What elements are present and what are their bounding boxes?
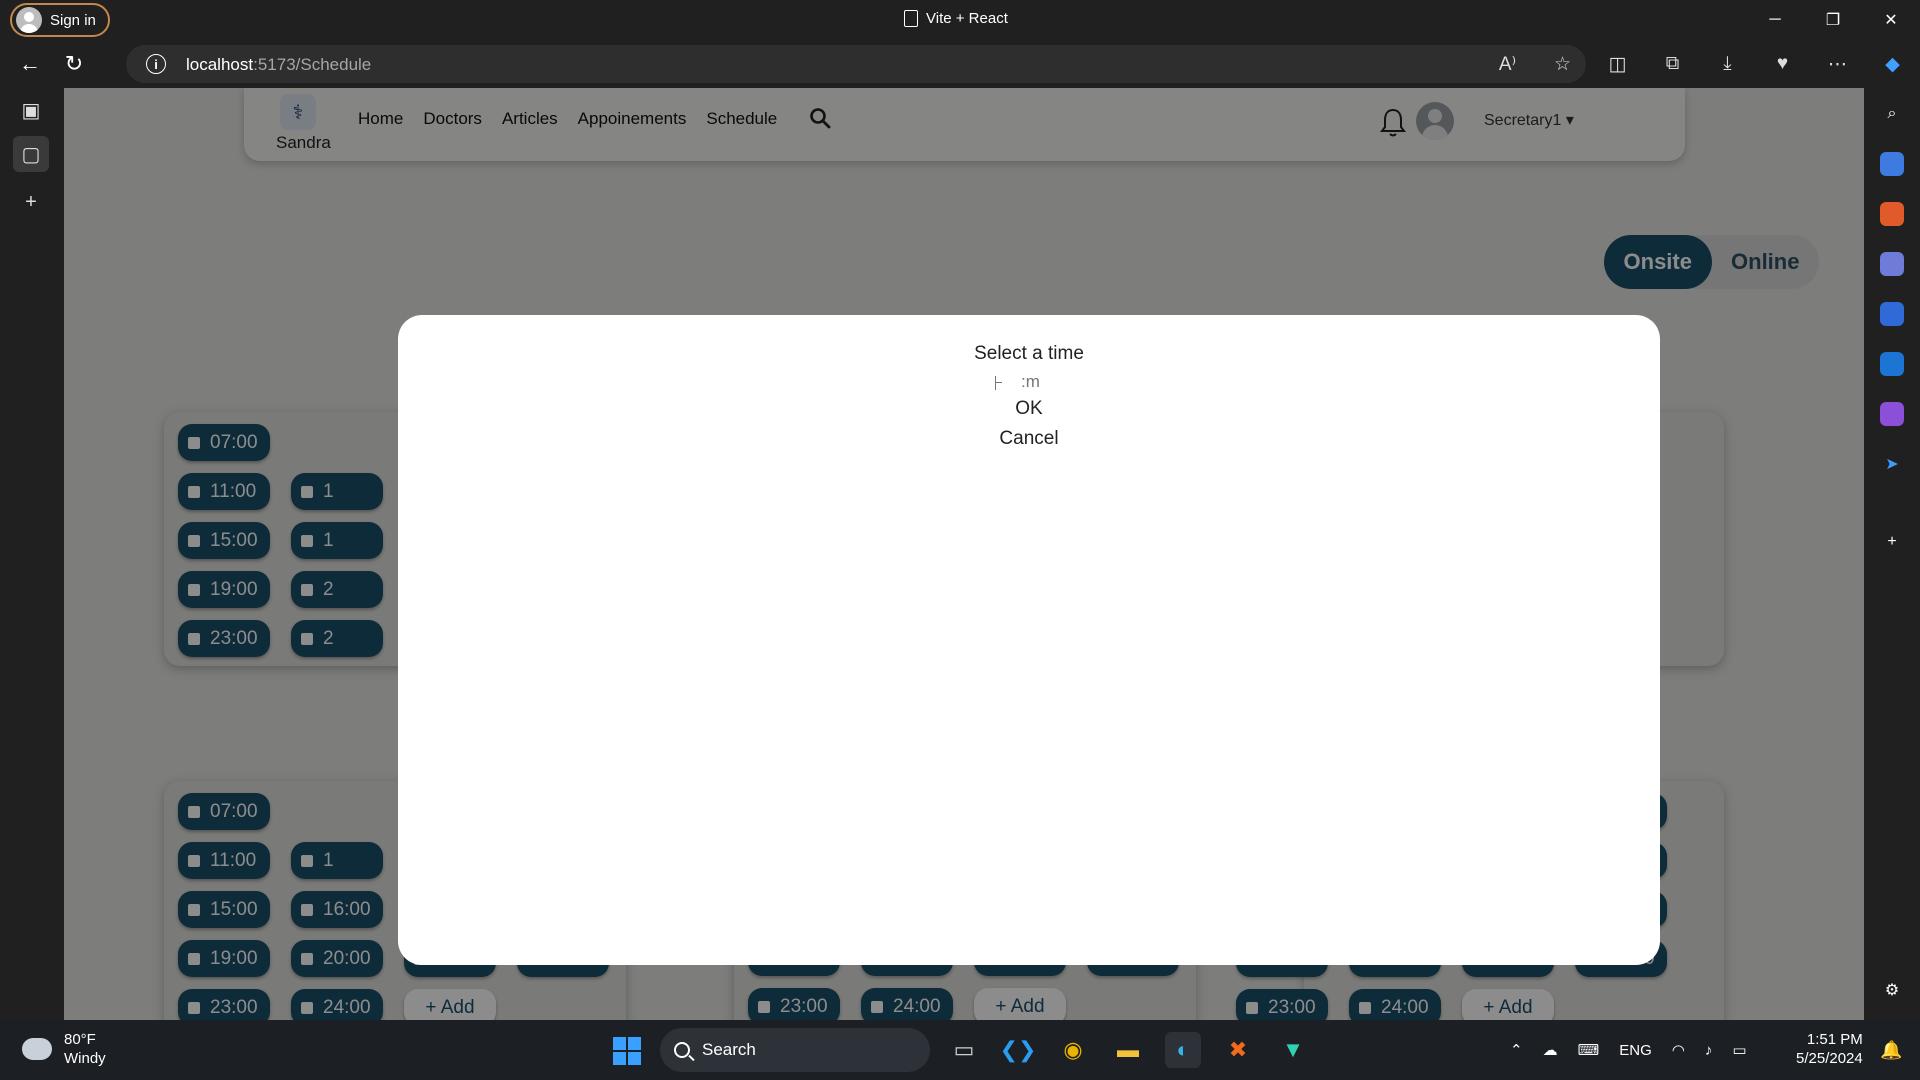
search-icon [674, 1042, 690, 1058]
document-icon [904, 10, 918, 27]
system-tray: ⌃ ☁ ⌨ ENG ◠ ♪ ▭ [1510, 1020, 1747, 1080]
copilot-icon[interactable]: ◆ [1865, 53, 1920, 76]
weather-description: Windy [64, 1050, 106, 1067]
back-arrow-icon[interactable]: ← [12, 48, 48, 80]
edge-icon[interactable]: ◐ [1165, 1032, 1201, 1068]
sign-in-label: Sign in [50, 11, 96, 29]
sidebar-search-icon[interactable]: ⌕ [1880, 102, 1904, 126]
window-controls: ─ ❐ ✕ [1746, 0, 1920, 40]
tab-actions-icon[interactable]: ▣ [13, 92, 49, 128]
onedrive-icon[interactable]: ☁ [1543, 1041, 1558, 1059]
outlook-icon[interactable] [1880, 352, 1904, 376]
time-picker-modal: Select a time OK Cancel [398, 315, 1660, 965]
task-view-icon[interactable]: ▭ [946, 1032, 982, 1068]
xampp-icon[interactable]: ✖ [1220, 1032, 1256, 1068]
active-tab-icon[interactable]: ▢ [13, 136, 49, 172]
windows-start-icon[interactable] [613, 1037, 641, 1065]
sign-in-button[interactable]: Sign in [10, 3, 110, 37]
collections-icon[interactable]: ⧉ [1645, 53, 1700, 75]
settings-gear-icon[interactable]: ⚙ [1880, 978, 1904, 1002]
url-host: localhost [186, 55, 254, 74]
language-indicator[interactable]: ENG [1619, 1042, 1652, 1059]
file-explorer-icon[interactable]: ▬ [1110, 1032, 1146, 1068]
profile-icon [16, 7, 42, 33]
add-sidebar-app-icon[interactable]: + [1880, 530, 1904, 554]
show-hidden-icons-icon[interactable]: ⌃ [1510, 1041, 1523, 1059]
designer-icon[interactable] [1880, 402, 1904, 426]
vscode-icon[interactable]: ❮❯ [1000, 1032, 1037, 1068]
vertical-tab-rail: ▣ ▢ + [0, 88, 62, 1020]
windows-taskbar: 80°F Windy Search ▭ ❮❯ ◉ ▬ ◐ ✖ ▼ ⌃ ☁ ⌨ E… [0, 1020, 1920, 1080]
site-info-icon[interactable]: i [146, 54, 166, 74]
browser-titlebar: Sign in Vite + React ─ ❐ ✕ [0, 0, 1920, 40]
download-icon[interactable]: ⤓ [1700, 53, 1755, 75]
weather-widget[interactable]: 80°F Windy [22, 1030, 106, 1068]
send-icon[interactable]: ➤ [1880, 452, 1904, 476]
taskbar-search-label: Search [702, 1040, 756, 1059]
time-input[interactable] [996, 371, 1056, 393]
browser-action-icons: A⁾ ☆ ◫ ⧉ ⤓ ♥ ⋯ ◆ [1480, 40, 1920, 88]
volume-icon[interactable]: ♪ [1705, 1042, 1713, 1059]
more-options-icon[interactable]: ⋯ [1810, 53, 1865, 76]
favorite-star-icon[interactable]: ☆ [1535, 53, 1590, 76]
wind-weather-icon [22, 1038, 52, 1060]
tab-title[interactable]: Vite + React [904, 10, 1008, 27]
weather-temperature: 80°F [64, 1031, 96, 1048]
wifi-icon[interactable]: ◠ [1672, 1041, 1685, 1059]
clock-time: 1:51 PM [1806, 1031, 1863, 1048]
browser-toolbar: ← ↻ i localhost:5173/Schedule A⁾ ☆ ◫ ⧉ ⤓… [0, 40, 1920, 88]
ok-button[interactable]: OK [398, 398, 1660, 420]
tools-icon[interactable] [1880, 202, 1904, 226]
cancel-button[interactable]: Cancel [398, 428, 1660, 450]
minimize-button[interactable]: ─ [1746, 0, 1804, 40]
chrome-icon[interactable]: ◉ [1055, 1032, 1091, 1068]
modal-title: Select a time [974, 343, 1084, 364]
new-tab-icon[interactable]: + [13, 184, 49, 220]
shopping-tag-icon[interactable] [1880, 152, 1904, 176]
vue-devtools-icon[interactable]: ▼ [1275, 1032, 1311, 1068]
tab-title-text: Vite + React [926, 10, 1008, 27]
web-content: ⚕ Sandra Home Doctors Articles Appoineme… [64, 88, 1864, 1020]
read-aloud-icon[interactable]: A⁾ [1480, 53, 1535, 76]
split-screen-icon[interactable]: ◫ [1590, 53, 1645, 76]
restore-button[interactable]: ❐ [1804, 0, 1862, 40]
clock[interactable]: 1:51 PM 5/25/2024 [1796, 1030, 1863, 1068]
refresh-icon[interactable]: ↻ [56, 48, 92, 80]
keyboard-icon[interactable]: ⌨ [1578, 1041, 1600, 1059]
browser-sidebar: ⌕ ➤ + ⚙ [1864, 88, 1920, 1020]
battery-icon[interactable]: ▭ [1732, 1041, 1746, 1059]
close-button[interactable]: ✕ [1862, 0, 1920, 40]
clock-date: 5/25/2024 [1796, 1050, 1863, 1067]
m365-icon[interactable] [1880, 302, 1904, 326]
browser-essentials-icon[interactable]: ♥ [1755, 53, 1810, 75]
url-text[interactable]: localhost:5173/Schedule [186, 55, 371, 75]
notification-bell-icon[interactable]: 🔔 [1880, 1040, 1902, 1061]
taskbar-search[interactable]: Search [660, 1028, 930, 1072]
url-path: :5173/Schedule [253, 55, 372, 74]
games-icon[interactable] [1880, 252, 1904, 276]
address-bar[interactable]: i localhost:5173/Schedule [126, 45, 1586, 83]
